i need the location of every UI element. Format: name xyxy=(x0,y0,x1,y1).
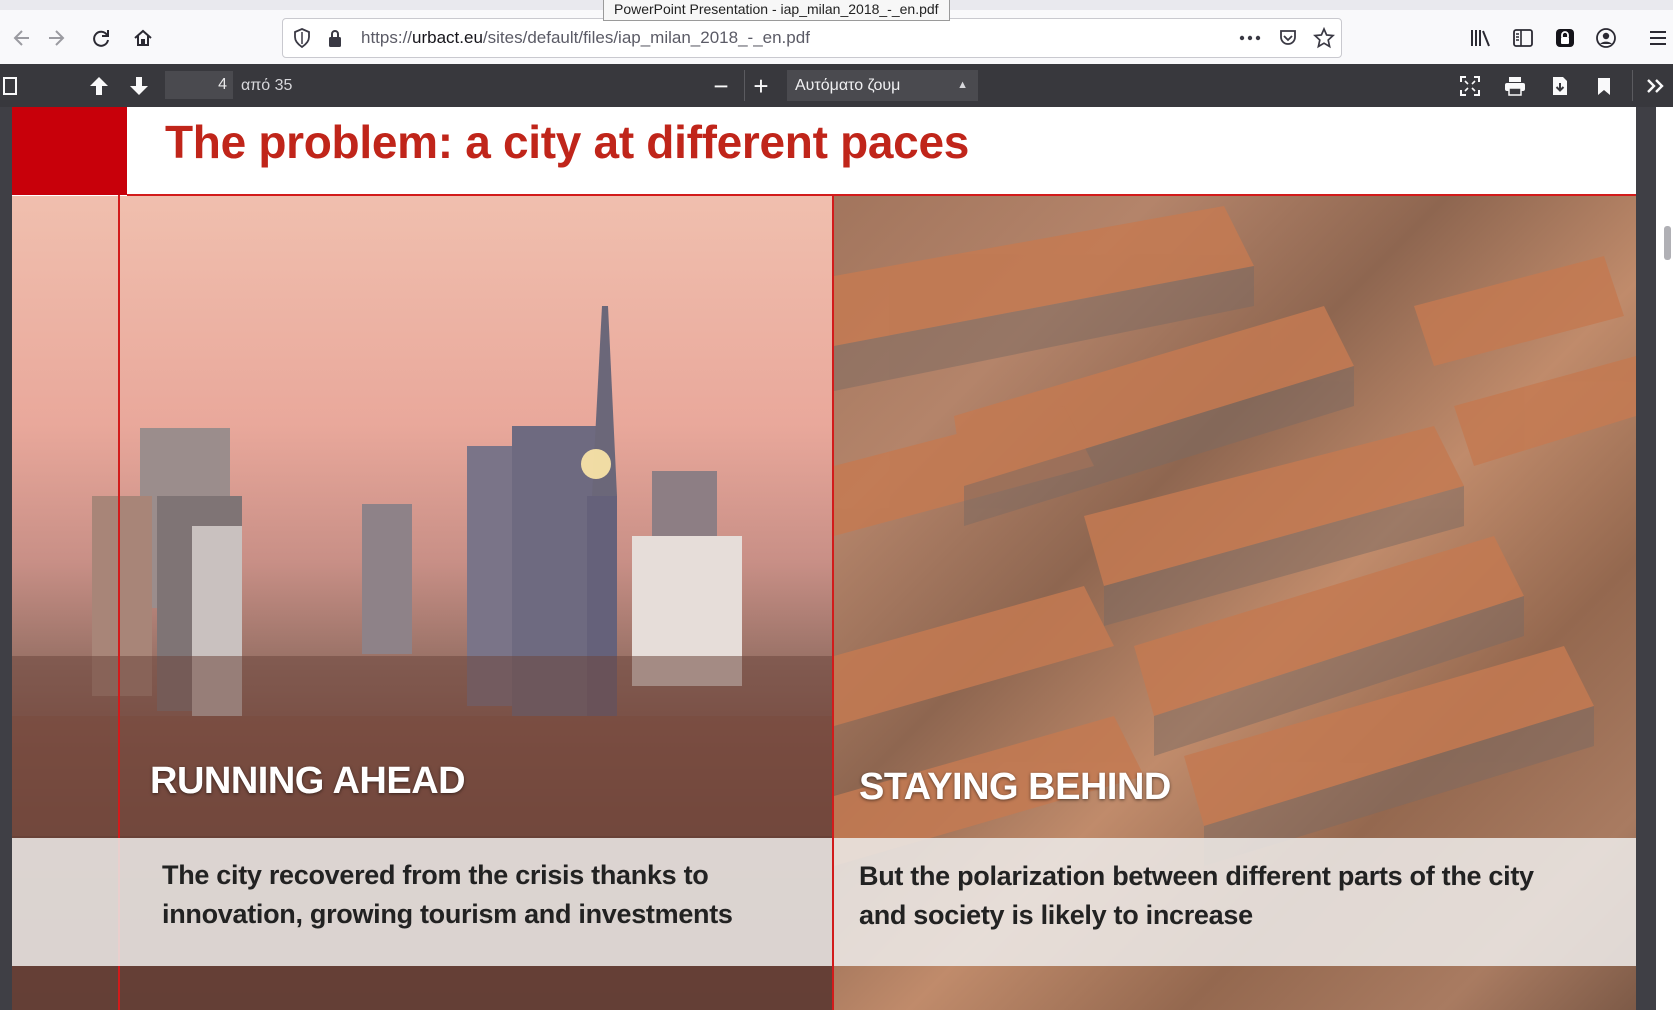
staying-behind-heading: STAYING BEHIND xyxy=(859,766,1171,808)
zoom-select-value: Αυτόματο ζουμ xyxy=(795,77,901,94)
account-icon[interactable] xyxy=(1591,23,1621,53)
zoom-out-button[interactable]: − xyxy=(708,71,734,101)
select-arrows-icon: ▲ xyxy=(957,79,968,91)
pdf-page: The problem: a city at different paces R… xyxy=(12,107,1636,1010)
running-ahead-heading: RUNNING AHEAD xyxy=(150,760,466,802)
reload-icon[interactable] xyxy=(86,23,116,53)
print-icon[interactable] xyxy=(1502,73,1528,99)
slide-red-block xyxy=(12,107,127,195)
forward-icon[interactable] xyxy=(42,23,72,53)
menu-icon[interactable] xyxy=(1643,23,1673,53)
page-number-input[interactable] xyxy=(165,71,233,99)
pocket-icon[interactable] xyxy=(1276,26,1300,50)
url-bar[interactable]: https://urbact.eu/sites/default/files/ia… xyxy=(282,18,1342,58)
zoom-select[interactable]: Αυτόματο ζουμ ▲ xyxy=(787,70,978,101)
library-icon[interactable] xyxy=(1466,23,1496,53)
back-icon[interactable] xyxy=(6,23,36,53)
zoom-in-button[interactable]: + xyxy=(748,71,774,101)
staying-behind-text: But the polarization between different p… xyxy=(859,861,1534,930)
lock-icon[interactable] xyxy=(323,26,347,50)
running-ahead-text: The city recovered from the crisis thank… xyxy=(162,860,733,929)
toolbar-separator xyxy=(744,70,745,101)
sidebar-icon[interactable] xyxy=(1508,23,1538,53)
previous-page-icon[interactable] xyxy=(86,73,112,99)
home-icon[interactable] xyxy=(128,23,158,53)
pdf-viewer[interactable]: The problem: a city at different paces R… xyxy=(0,107,1673,1010)
tools-menu-icon[interactable] xyxy=(1643,73,1669,99)
download-icon[interactable] xyxy=(1547,73,1573,99)
tab-title-tooltip: PowerPoint Presentation - iap_milan_2018… xyxy=(603,0,950,21)
page-count-label: από 35 xyxy=(241,77,293,94)
sidebar-toggle-icon[interactable] xyxy=(0,73,22,99)
star-icon[interactable] xyxy=(1312,26,1336,50)
extension-icon[interactable] xyxy=(1550,23,1580,53)
shield-icon[interactable] xyxy=(290,26,314,50)
presentation-mode-icon[interactable] xyxy=(1457,73,1483,99)
url-text[interactable]: https://urbact.eu/sites/default/files/ia… xyxy=(361,19,810,57)
slide-title: The problem: a city at different paces xyxy=(165,116,970,168)
bookmark-icon[interactable] xyxy=(1591,73,1617,99)
scrollbar-thumb[interactable] xyxy=(1664,226,1671,260)
toolbar-separator xyxy=(1632,70,1633,101)
more-icon[interactable] xyxy=(1238,26,1262,50)
pdf-toolbar: από 35 − + Αυτόματο ζουμ ▲ xyxy=(0,64,1673,107)
next-page-icon[interactable] xyxy=(126,73,152,99)
